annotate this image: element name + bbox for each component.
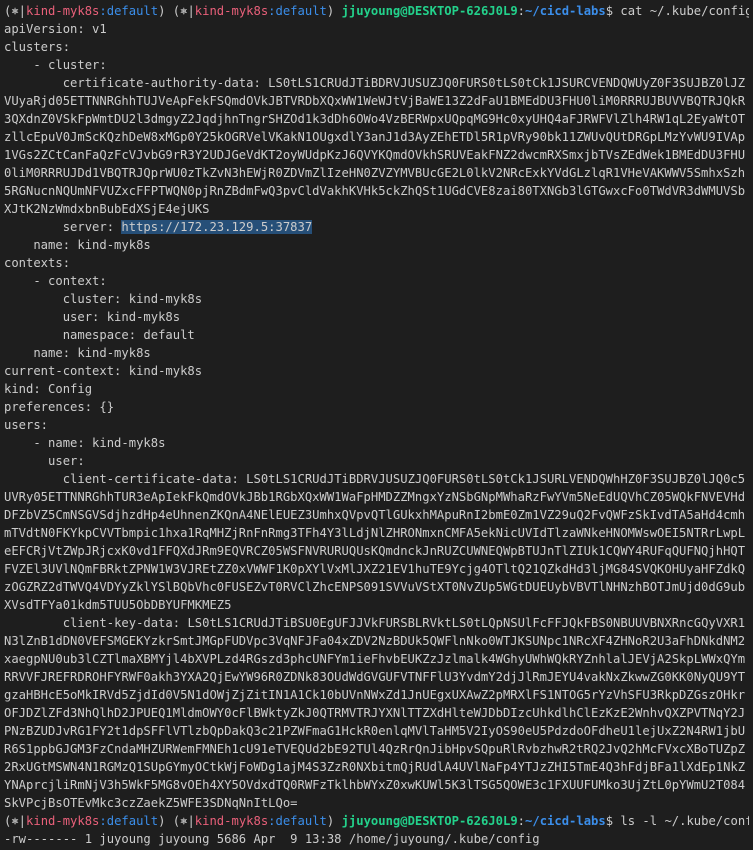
cfg-client-key: client-key-data: LS0tLS1CRUdJTiBSU0EgUFJ… — [4, 614, 749, 812]
k8s-context-4: kind-myk8s — [194, 814, 269, 828]
k8s-namespace: :default — [99, 4, 159, 18]
k8s-namespace-4: :default — [268, 814, 327, 828]
ctx-close: ) — [158, 4, 166, 18]
command-cat: cat ~/.kube/config — [620, 4, 749, 18]
cfg-cluster-name: name: kind-myk8s — [4, 238, 151, 252]
cfg-context-namespace: namespace: default — [4, 328, 195, 342]
cfg-user-key: user: — [4, 454, 85, 468]
prompt-dollar: $ — [605, 4, 614, 18]
k8s-namespace-2: :default — [268, 4, 327, 18]
cfg-current-context: current-context: kind-myk8s — [4, 364, 203, 378]
cfg-client-cert: client-certificate-data: LS0tLS1CRUdJTiB… — [4, 470, 749, 614]
cwd-path: ~/cicd-labs — [525, 4, 606, 18]
user-host-2: jjuyoung@DESKTOP-626J0L9 — [341, 814, 518, 828]
cfg-kind: kind: Config — [4, 382, 93, 396]
client-key-value: LS0tLS1CRUdJTiBSU0EgUFJJVkFURSBLRVktLS0t… — [4, 616, 746, 810]
cfg-contexts: contexts: — [4, 256, 71, 270]
k8s-context-3: kind-myk8s — [26, 814, 100, 828]
k8s-namespace-3: :default — [99, 814, 159, 828]
ctx-open-4: (⎈| — [172, 814, 195, 828]
terminal[interactable]: (⎈|kind-myk8s:default) (⎈|kind-myk8s:def… — [0, 0, 753, 850]
cwd-path-2: ~/cicd-labs — [525, 814, 606, 828]
ctx-close-4: ) — [326, 814, 335, 828]
cfg-preferences: preferences: {} — [4, 400, 115, 414]
cfg-clusters: clusters: — [4, 40, 71, 54]
user-host: jjuyoung@DESKTOP-626J0L9 — [341, 4, 518, 18]
server-key: server: — [4, 220, 122, 234]
ctx-open: (⎈| — [4, 4, 27, 18]
prompt-line-2: (⎈|kind-myk8s:default) (⎈|kind-myk8s:def… — [4, 812, 749, 830]
k8s-context-2: kind-myk8s — [194, 4, 269, 18]
ctx-open-3: (⎈| — [4, 814, 27, 828]
cfg-context-item: - context: — [4, 274, 107, 288]
ca-data-key: certificate-authority-data: — [4, 76, 269, 90]
cfg-cluster-item: - cluster: — [4, 58, 107, 72]
cfg-ca-data: certificate-authority-data: LS0tLS1CRUdJ… — [4, 74, 749, 218]
command-ls: ls -l ~/.kube/config — [620, 814, 749, 828]
cfg-user-item: - name: kind-myk8s — [4, 436, 166, 450]
ctx-close-2: ) — [326, 4, 335, 18]
prompt-colon: : — [517, 4, 526, 18]
prompt-line-1: (⎈|kind-myk8s:default) (⎈|kind-myk8s:def… — [4, 2, 749, 20]
cfg-context-name: name: kind-myk8s — [4, 346, 151, 360]
client-cert-key: client-certificate-data: — [4, 472, 247, 486]
k8s-context: kind-myk8s — [26, 4, 100, 18]
ls-output: -rw------- 1 juyoung juyoung 5686 Apr 9 … — [4, 832, 540, 846]
server-url-selected[interactable]: https://172.23.129.5:37837 — [121, 220, 313, 234]
cfg-users: users: — [4, 418, 49, 432]
ctx-close-3: ) — [158, 814, 166, 828]
client-key-key: client-key-data: — [4, 616, 188, 630]
ctx-open-2: (⎈| — [172, 4, 195, 18]
cfg-context-cluster: cluster: kind-myk8s — [4, 292, 203, 306]
ca-data-value: LS0tLS1CRUdJTiBDRVJUSUZJQ0FURS0tLS0tCk1J… — [4, 76, 746, 216]
client-cert-value: LS0tLS1CRUdJTiBDRVJUSUZJQ0FURS0tLS0tCk1J… — [4, 472, 746, 612]
prompt-colon-2: : — [517, 814, 526, 828]
cfg-server: server: https://172.23.129.5:37837 — [4, 218, 749, 236]
cfg-context-user: user: kind-myk8s — [4, 310, 181, 324]
cfg-apiversion: apiVersion: v1 — [4, 22, 107, 36]
prompt-dollar-2: $ — [605, 814, 614, 828]
